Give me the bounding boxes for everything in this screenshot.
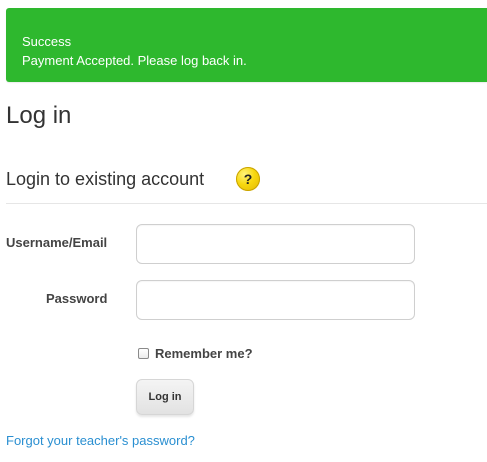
password-label: Password <box>46 291 108 306</box>
page-title: Log in <box>6 102 72 129</box>
section-divider <box>6 203 487 204</box>
username-label: Username/Email <box>6 235 108 250</box>
success-alert: Success Payment Accepted. Please log bac… <box>6 8 487 82</box>
remember-me-checkbox[interactable] <box>138 348 149 359</box>
login-button[interactable]: Log in <box>136 379 194 415</box>
password-input[interactable] <box>136 280 415 320</box>
login-page: Success Payment Accepted. Please log bac… <box>0 0 487 462</box>
remember-me-label: Remember me? <box>155 346 253 361</box>
help-icon-glyph: ? <box>243 171 253 187</box>
question-mark-icon[interactable]: ? <box>236 167 260 191</box>
remember-me[interactable]: Remember me? <box>138 346 253 361</box>
alert-message: Payment Accepted. Please log back in. <box>22 53 247 68</box>
alert-title: Success <box>22 34 72 49</box>
section-title: Login to existing account <box>6 169 205 189</box>
username-input[interactable] <box>136 224 415 264</box>
forgot-password-link[interactable]: Forgot your teacher's password? <box>6 433 195 449</box>
